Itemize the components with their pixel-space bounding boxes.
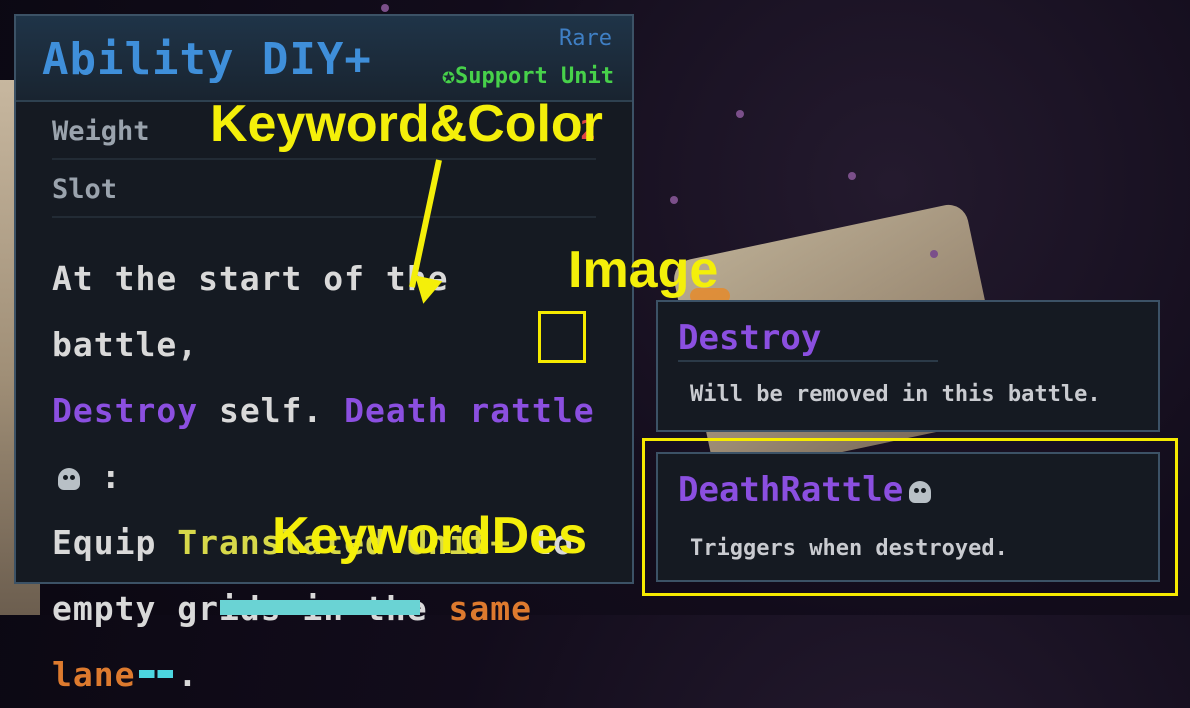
tooltip-destroy: Destroy Will be removed in this battle. [656,300,1160,432]
skull-icon [58,467,80,490]
desc-text: : [80,457,122,496]
desc-line-1: At the start of the battle, [52,246,612,378]
desc-text: At the start of the battle, [52,259,449,364]
keyword-death-rattle[interactable]: Death rattle [344,391,594,430]
desc-text: . [177,655,199,694]
star-decoration [930,250,938,258]
card-type: ✪Support Unit [441,64,614,89]
star-decoration [848,172,856,180]
annotation-image: Image [568,241,719,299]
desc-text: self. [198,391,345,430]
annotation-arrow-head [409,275,443,307]
desc-line-5: lane. [52,642,612,708]
bottom-progress-bar [220,600,420,615]
tooltip-title: Destroy [678,318,822,358]
desc-line-2: Destroy self. Death rattle : [52,378,612,510]
stat-label: Slot [52,174,118,205]
keyword-lane[interactable]: lane [52,655,135,694]
keyworddes-highlight-box [642,438,1178,596]
card-title: Ability DIY+ [42,34,372,85]
star-decoration [736,110,744,118]
star-decoration [670,196,678,204]
lane-icon [139,669,174,678]
star-decoration [381,4,389,12]
tooltip-divider [678,360,938,362]
annotation-keyworddes: KeywordDes [272,507,587,565]
desc-text: Equip [52,523,178,562]
keyword-same[interactable]: same [449,589,532,628]
image-highlight-box [538,311,586,363]
annotation-keyword-color: Keyword&Color [210,95,603,153]
stat-row-slot: Slot [52,160,596,218]
card-rarity: Rare [559,26,612,51]
card-description: At the start of the battle, Destroy self… [52,246,612,708]
tooltip-description: Will be removed in this battle. [690,382,1101,407]
keyword-destroy[interactable]: Destroy [52,391,198,430]
stat-label: Weight [52,116,150,147]
card-header: Ability DIY+ Rare ✪Support Unit [16,16,632,102]
